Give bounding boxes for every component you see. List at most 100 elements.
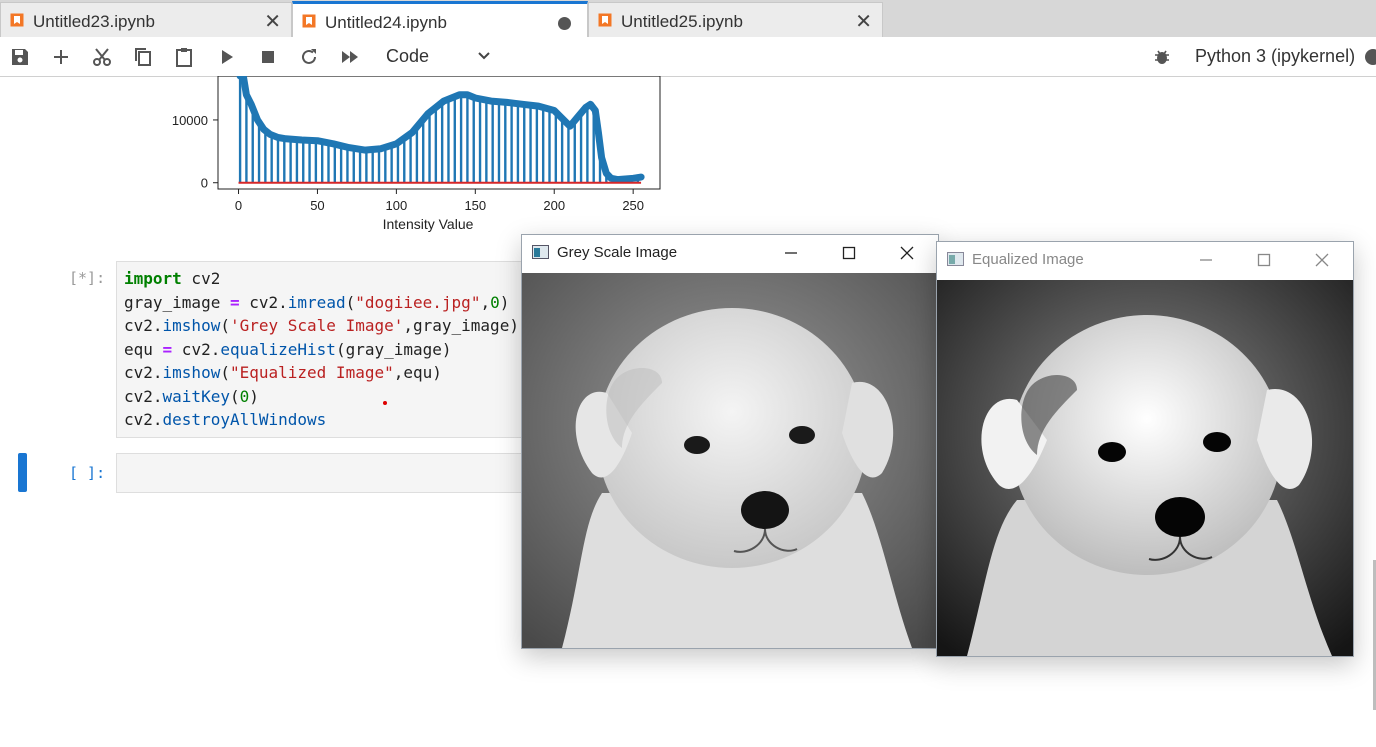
save-icon[interactable] [10, 47, 30, 67]
code-token: = [162, 339, 173, 359]
code-token: = [229, 292, 240, 312]
equalized-image-window[interactable]: Equalized Image [936, 241, 1354, 657]
y-ticks: 0 10000 [172, 113, 218, 191]
code-token: equalizeHist [220, 339, 336, 359]
tab-label: Untitled23.ipynb [33, 12, 155, 31]
chevron-down-icon[interactable] [477, 49, 491, 63]
x-tick-label: 200 [543, 198, 565, 213]
empty-code-cell-editor[interactable] [116, 453, 536, 493]
paste-icon[interactable] [174, 47, 194, 67]
window-title: Grey Scale Image [557, 244, 678, 261]
run-icon[interactable] [217, 47, 237, 67]
code-token: 'Grey Scale Image' [229, 316, 404, 335]
copy-icon[interactable] [133, 47, 153, 67]
code-token: cv2. [124, 410, 163, 429]
code-token: destroyAllWindows [162, 410, 327, 429]
code-line: cv2.imshow("Equalized Image",equ) [124, 363, 442, 382]
x-axis-label: Intensity Value [383, 216, 474, 232]
code-token: ) [499, 292, 510, 312]
unsaved-dot-icon[interactable] [558, 17, 571, 30]
close-icon[interactable] [892, 240, 922, 266]
notebook-icon [302, 14, 316, 28]
maximize-icon[interactable] [1249, 247, 1279, 273]
maximize-icon[interactable] [834, 240, 864, 266]
code-token: waitKey [162, 386, 230, 406]
code-token: ,gray_image) [403, 316, 519, 335]
code-token: imshow [162, 363, 221, 382]
code-line: cv2.waitKey(0) [124, 387, 259, 406]
grey-image-canvas [522, 273, 938, 648]
code-token: cv2. [124, 386, 163, 406]
code-token: 0 [490, 292, 500, 312]
code-line: cv2.destroyAllWindows [124, 410, 326, 429]
tab-untitled25[interactable]: Untitled25.ipynb ✕ [588, 2, 883, 37]
run-all-icon[interactable] [340, 47, 360, 67]
minimize-icon[interactable] [1191, 247, 1221, 273]
histogram-stems [238, 76, 640, 183]
grey-scale-image-window[interactable]: Grey Scale Image [521, 234, 939, 649]
kernel-status-icon [1365, 49, 1376, 65]
code-token: ( [220, 363, 230, 382]
code-token: , [480, 292, 491, 312]
puppy-grey-image [522, 273, 938, 648]
code-line: equ = cv2.equalizeHist(gray_image) [124, 340, 452, 359]
code-token: imshow [162, 316, 221, 335]
notebook-icon [10, 13, 24, 27]
window-titlebar[interactable]: Grey Scale Image [522, 235, 938, 271]
code-token: (gray_image) [335, 339, 452, 359]
stop-icon[interactable] [258, 47, 278, 67]
x-ticks: 0 50 100 150 200 250 [235, 189, 644, 213]
window-title: Equalized Image [972, 251, 1084, 268]
cell-prompt: [*]: [69, 269, 106, 287]
y-tick-label: 0 [201, 176, 208, 191]
code-token: equ [124, 339, 163, 359]
debugger-icon[interactable] [1152, 47, 1172, 67]
code-token: gray_image [124, 292, 230, 312]
code-token: ( [345, 292, 356, 312]
notebook-icon [598, 13, 612, 27]
cursor-dot [383, 401, 387, 405]
cut-icon[interactable] [92, 47, 112, 67]
y-tick-label: 10000 [172, 113, 208, 128]
code-token: ( [229, 386, 240, 406]
code-token: "dogiiee.jpg" [355, 292, 481, 312]
code-line: import cv2 [124, 269, 220, 288]
minimize-icon[interactable] [776, 240, 806, 266]
active-cell-marker [18, 453, 27, 492]
code-line: cv2.imshow('Grey Scale Image',gray_image… [124, 316, 519, 335]
code-token: ) [249, 386, 259, 406]
puppy-equalized-image [937, 280, 1353, 656]
notebook-toolbar: Code Python 3 (ipykernel) [0, 37, 1376, 77]
cell-prompt: [ ]: [69, 464, 106, 482]
tab-bar: Untitled23.ipynb ✕ Untitled24.ipynb Unti… [0, 0, 1376, 37]
equalized-image-canvas [937, 280, 1353, 656]
tab-untitled24[interactable]: Untitled24.ipynb [292, 1, 588, 37]
tab-label: Untitled24.ipynb [325, 13, 447, 32]
x-tick-label: 100 [386, 198, 408, 213]
x-tick-label: 50 [310, 198, 324, 213]
code-token: cv2 [181, 269, 221, 288]
add-cell-icon[interactable] [51, 47, 71, 67]
app-window-icon [532, 245, 549, 259]
histogram-plot: 0 50 100 150 200 250 0 10000 Intensity Value [172, 76, 661, 232]
code-token: cv2. [124, 316, 163, 335]
close-icon[interactable] [1307, 247, 1337, 273]
app-window-icon [947, 252, 964, 266]
close-icon[interactable]: ✕ [264, 9, 281, 34]
code-token: import [124, 269, 182, 288]
code-token: cv2. [172, 339, 221, 359]
code-token: cv2. [239, 292, 288, 312]
x-tick-label: 0 [235, 198, 242, 213]
close-icon[interactable]: ✕ [855, 9, 872, 34]
code-token: imread [287, 292, 346, 312]
cell-type-select[interactable]: Code [386, 46, 429, 67]
code-token: "Equalized Image" [229, 363, 394, 382]
code-line: gray_image = cv2.imread("dogiiee.jpg",0) [124, 293, 509, 312]
code-token: 0 [239, 386, 250, 406]
window-titlebar[interactable]: Equalized Image [937, 242, 1353, 278]
kernel-name[interactable]: Python 3 (ipykernel) [1195, 46, 1355, 67]
code-cell-editor[interactable]: import cv2 gray_image = cv2.imread("dogii… [116, 261, 536, 438]
tab-label: Untitled25.ipynb [621, 12, 743, 31]
tab-untitled23[interactable]: Untitled23.ipynb ✕ [0, 2, 292, 37]
restart-icon[interactable] [299, 47, 319, 67]
